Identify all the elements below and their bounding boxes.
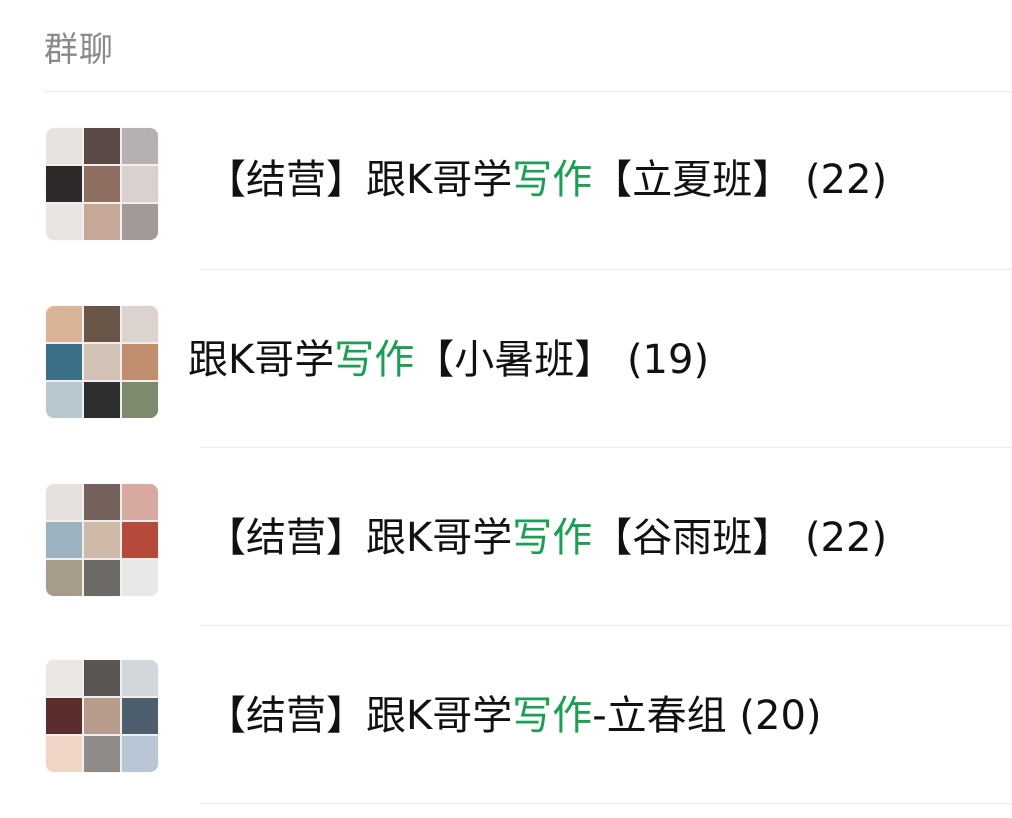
avatar-tile xyxy=(84,660,120,696)
avatar-tile xyxy=(122,128,158,164)
group-name: 跟K哥学写作【小暑班】 (19) xyxy=(188,336,709,384)
group-name: 【结营】跟K哥学写作【立夏班】 (22) xyxy=(206,156,887,204)
avatar-tile xyxy=(122,698,158,734)
avatar-tile xyxy=(84,128,120,164)
avatar-tile xyxy=(46,344,82,380)
row-divider xyxy=(200,803,1012,804)
avatar-tile xyxy=(122,660,158,696)
avatar-tile xyxy=(46,660,82,696)
group-avatar xyxy=(46,484,158,596)
avatar-tile xyxy=(84,560,120,596)
avatar-tile xyxy=(84,204,120,240)
member-count: (22) xyxy=(804,157,888,203)
avatar-tile xyxy=(122,306,158,342)
group-name-highlight: 写作 xyxy=(512,515,593,561)
group-chat-item[interactable]: 【结营】跟K哥学写作【立夏班】 (22) xyxy=(0,92,1012,270)
group-name: 【结营】跟K哥学写作【谷雨班】 (22) xyxy=(206,514,887,562)
avatar-tile xyxy=(84,306,120,342)
avatar-tile xyxy=(84,166,120,202)
avatar-tile xyxy=(84,522,120,558)
member-count: (19) xyxy=(626,337,710,383)
group-avatar xyxy=(46,306,158,418)
avatar-tile xyxy=(84,344,120,380)
group-name-suffix: 【立夏班】 xyxy=(592,157,793,203)
avatar-tile xyxy=(84,698,120,734)
group-name-suffix: 【谷雨班】 xyxy=(592,515,793,561)
member-count: (22) xyxy=(804,515,888,561)
group-name-highlight: 写作 xyxy=(334,337,415,383)
group-name-prefix: 【结营】跟K哥学 xyxy=(206,157,513,203)
group-chat-item[interactable]: 跟K哥学写作【小暑班】 (19) xyxy=(0,270,1012,448)
group-name: 【结营】跟K哥学写作-立春组 (20) xyxy=(206,692,822,740)
group-chat-item[interactable]: 【结营】跟K哥学写作-立春组 (20) xyxy=(0,626,1012,804)
group-name-prefix: 跟K哥学 xyxy=(188,337,335,383)
group-avatar xyxy=(46,128,158,240)
group-name-highlight: 写作 xyxy=(512,157,593,203)
member-count: (20) xyxy=(739,693,822,739)
group-name-prefix: 【结营】跟K哥学 xyxy=(206,515,513,561)
avatar-tile xyxy=(122,484,158,520)
avatar-tile xyxy=(46,382,82,418)
avatar-tile xyxy=(122,560,158,596)
group-name-suffix: -立春组 xyxy=(592,693,727,739)
avatar-tile xyxy=(46,484,82,520)
group-name-prefix: 【结营】跟K哥学 xyxy=(206,693,513,739)
group-chat-item[interactable]: 【结营】跟K哥学写作【谷雨班】 (22) xyxy=(0,448,1012,626)
avatar-tile xyxy=(122,382,158,418)
avatar-tile xyxy=(84,484,120,520)
avatar-tile xyxy=(122,522,158,558)
avatar-tile xyxy=(122,204,158,240)
section-title: 群聊 xyxy=(44,30,114,70)
avatar-tile xyxy=(46,128,82,164)
avatar-tile xyxy=(46,522,82,558)
avatar-tile xyxy=(46,560,82,596)
avatar-tile xyxy=(46,166,82,202)
avatar-tile xyxy=(122,166,158,202)
group-name-suffix: 【小暑班】 xyxy=(414,337,615,383)
avatar-tile xyxy=(46,736,82,772)
avatar-tile xyxy=(122,736,158,772)
avatar-tile xyxy=(46,204,82,240)
avatar-tile xyxy=(84,382,120,418)
avatar-tile xyxy=(84,736,120,772)
avatar-tile xyxy=(46,698,82,734)
avatar-tile xyxy=(46,306,82,342)
group-name-highlight: 写作 xyxy=(512,693,593,739)
group-avatar xyxy=(46,660,158,772)
avatar-tile xyxy=(122,344,158,380)
